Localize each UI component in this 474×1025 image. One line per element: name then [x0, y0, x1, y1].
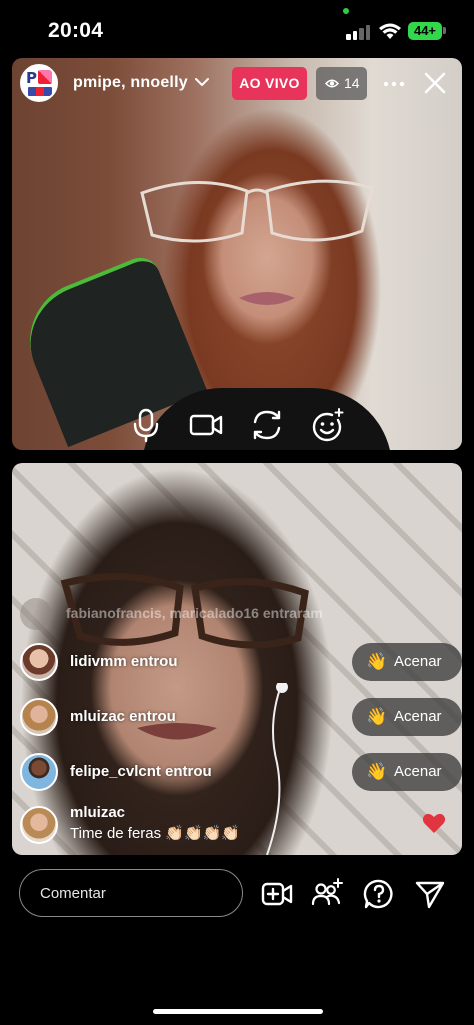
viewer-count: 14 — [344, 75, 360, 91]
privacy-indicator-dot — [343, 8, 349, 14]
switch-camera-icon[interactable] — [249, 407, 285, 443]
live-participants-title[interactable]: pmipe, nnoelly — [73, 74, 188, 92]
join-message: fabianofrancis, maricalado16 entraram — [66, 605, 323, 621]
question-icon[interactable] — [363, 878, 395, 910]
list-item: fabianofrancis, maricalado16 entraram — [20, 596, 440, 630]
status-bar: 20:04 44+ — [0, 0, 474, 58]
wave-button-label: Acenar — [394, 653, 442, 670]
avatar[interactable] — [20, 698, 58, 736]
host-video-feed[interactable] — [12, 58, 462, 450]
host-glasses — [140, 179, 374, 243]
list-item: felipe_cvlcnt entrou 👋 Acenar — [20, 751, 462, 793]
join-message: lidivmm entrou — [70, 653, 178, 670]
avatar[interactable] — [20, 806, 58, 844]
effects-icon[interactable] — [310, 407, 346, 443]
chevron-down-icon[interactable] — [194, 76, 210, 88]
list-item: mluizac entrou 👋 Acenar — [20, 696, 462, 738]
close-icon[interactable] — [424, 72, 446, 94]
add-video-icon[interactable] — [261, 878, 293, 910]
battery-indicator: 44+ — [408, 22, 442, 40]
wave-button[interactable]: 👋 Acenar — [352, 643, 462, 681]
comment-input[interactable]: Comentar — [19, 869, 243, 917]
waving-hand-icon: 👋 — [366, 652, 388, 672]
host-avatar[interactable]: P — [20, 64, 58, 102]
microphone-icon[interactable] — [128, 407, 164, 443]
wave-button[interactable]: 👋 Acenar — [352, 753, 462, 791]
add-guest-icon[interactable] — [311, 878, 343, 910]
avatar — [20, 598, 52, 630]
host-lips — [239, 292, 295, 305]
avatar[interactable] — [20, 753, 58, 791]
comment-placeholder: Comentar — [40, 885, 106, 902]
media-controls — [12, 403, 462, 447]
join-message: mluizac entrou — [70, 708, 176, 725]
avatar[interactable] — [20, 643, 58, 681]
status-time: 20:04 — [48, 19, 104, 42]
comment-username[interactable]: mluizac — [70, 804, 125, 821]
viewer-count-badge[interactable]: 14 — [316, 67, 367, 100]
join-message: felipe_cvlcnt entrou — [70, 763, 212, 780]
comment-text: Time de feras 👏🏻👏🏻👏🏻👏🏻 — [70, 825, 241, 842]
home-indicator[interactable] — [153, 1009, 323, 1014]
wave-button-label: Acenar — [394, 763, 442, 780]
comment-item: mluizac Time de feras 👏🏻👏🏻👏🏻👏🏻 — [20, 804, 460, 846]
more-icon[interactable] — [382, 74, 406, 94]
wifi-icon — [379, 23, 401, 39]
battery-tip — [443, 27, 446, 34]
wave-button-label: Acenar — [394, 708, 442, 725]
wave-button[interactable]: 👋 Acenar — [352, 698, 462, 736]
waving-hand-icon: 👋 — [366, 707, 388, 727]
live-badge: AO VIVO — [232, 67, 307, 100]
eye-icon — [325, 79, 339, 88]
waving-hand-icon: 👋 — [366, 762, 388, 782]
video-camera-icon[interactable] — [188, 407, 224, 443]
send-icon[interactable] — [414, 878, 446, 910]
cellular-signal-icon — [346, 24, 372, 40]
live-header: P pmipe, nnoelly AO VIVO 14 — [12, 58, 462, 112]
list-item: lidivmm entrou 👋 Acenar — [20, 641, 462, 683]
heart-icon — [422, 813, 446, 833]
